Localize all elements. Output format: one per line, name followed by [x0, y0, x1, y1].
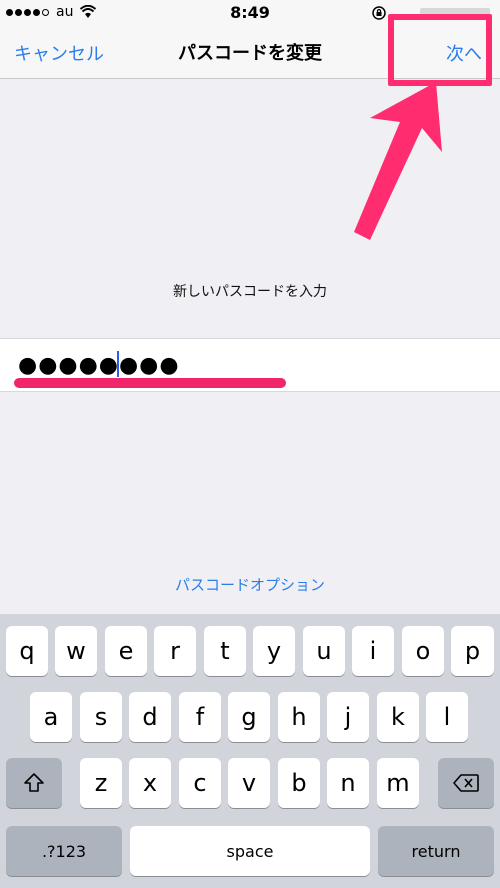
key-v[interactable]: v [228, 758, 270, 808]
key-x[interactable]: x [129, 758, 171, 808]
key-c[interactable]: c [179, 758, 221, 808]
annotation-underline [14, 378, 286, 388]
text-caret [117, 351, 119, 377]
return-key[interactable]: return [378, 826, 494, 876]
shift-key[interactable] [6, 758, 62, 808]
key-k[interactable]: k [377, 692, 419, 742]
backspace-icon [453, 774, 479, 792]
shift-arrow-icon [24, 773, 44, 792]
orientation-lock-icon [372, 6, 386, 20]
key-l[interactable]: l [426, 692, 468, 742]
key-n[interactable]: n [327, 758, 369, 808]
space-key[interactable]: space [130, 826, 370, 876]
key-i[interactable]: i [352, 626, 394, 676]
passcode-options-link[interactable]: パスコードオプション [0, 574, 500, 595]
key-u[interactable]: u [303, 626, 345, 676]
key-r[interactable]: r [154, 626, 196, 676]
key-y[interactable]: y [253, 626, 295, 676]
numbers-key[interactable]: .?123 [6, 826, 122, 876]
key-h[interactable]: h [278, 692, 320, 742]
annotation-arrow-icon [354, 82, 442, 240]
key-a[interactable]: a [30, 692, 72, 742]
delete-key[interactable] [438, 758, 494, 808]
key-d[interactable]: d [129, 692, 171, 742]
key-q[interactable]: q [6, 626, 48, 676]
key-f[interactable]: f [179, 692, 221, 742]
key-e[interactable]: e [105, 626, 147, 676]
key-b[interactable]: b [278, 758, 320, 808]
key-p[interactable]: p [451, 626, 494, 676]
key-t[interactable]: t [204, 626, 246, 676]
key-o[interactable]: o [402, 626, 444, 676]
key-m[interactable]: m [377, 758, 419, 808]
keyboard: q w e r t y u i o p a s d f g h j k l z … [0, 614, 500, 888]
key-w[interactable]: w [55, 626, 97, 676]
key-j[interactable]: j [327, 692, 369, 742]
key-z[interactable]: z [80, 758, 122, 808]
passcode-prompt: 新しいパスコードを入力 [173, 284, 327, 300]
passcode-dots: ●●●●●●●● [18, 353, 180, 378]
key-s[interactable]: s [80, 692, 122, 742]
key-g[interactable]: g [228, 692, 270, 742]
